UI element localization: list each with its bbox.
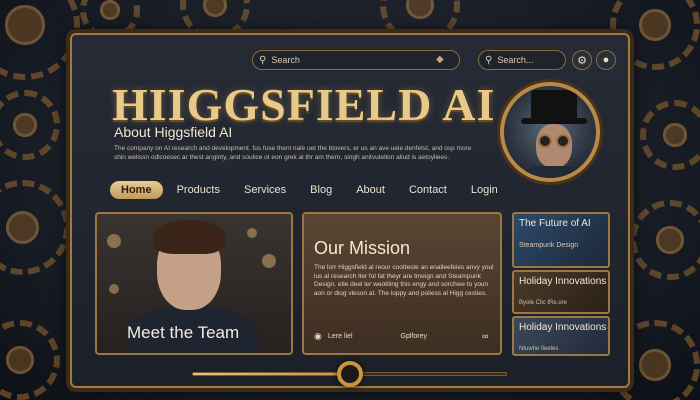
bokeh-light (107, 234, 121, 248)
side-card-title: Holiday Innovations (519, 276, 607, 287)
mission-footer-right[interactable]: Gplforey (401, 333, 427, 340)
search-placeholder: Search (271, 55, 300, 65)
team-card[interactable]: Meet the Team (95, 212, 293, 355)
top-hat (531, 90, 577, 120)
mission-footer: ◉ Lere liel Gplforey ∞ (314, 327, 492, 345)
page-subtitle: About Higgsfield AI (114, 124, 233, 140)
nav-about[interactable]: About (346, 181, 395, 199)
gear-decoration (0, 320, 60, 400)
bokeh-light (247, 228, 257, 238)
nav-contact[interactable]: Contact (399, 181, 457, 199)
goggle-right (556, 134, 570, 148)
user-button[interactable]: ● (596, 50, 616, 70)
intro-paragraph: The company on AI research and developme… (114, 145, 472, 161)
search-icon: ⚲ (485, 54, 493, 66)
gear-icon: ⚙ (577, 54, 587, 67)
circle-icon: ◉ (314, 330, 322, 341)
settings-button[interactable]: ⚙ (572, 50, 592, 70)
nav-blog[interactable]: Blog (300, 181, 342, 199)
main-nav: Home Products Services Blog About Contac… (110, 181, 512, 199)
goggle-left (538, 134, 552, 148)
side-card-future-ai[interactable]: The Future of AI Steampunk Design (512, 212, 610, 268)
side-card-meta: Ntuwhe fieeles (519, 346, 559, 352)
gear-decoration (640, 100, 700, 170)
mission-card: Our Mission The lorr Higgsfield al reour… (302, 212, 502, 355)
nav-services[interactable]: Services (234, 181, 296, 199)
mission-title: Our Mission (314, 238, 411, 258)
side-card-meta: Byole Clic tRe.ore (519, 300, 568, 306)
bokeh-light (262, 254, 276, 268)
slider-fill (193, 373, 350, 375)
search-bar[interactable]: ⚲ Search (252, 50, 460, 70)
mission-text: The lorr Higgsfield al reour cootteste a… (314, 264, 494, 297)
side-card-title: Holiday Innovations (519, 322, 607, 333)
search-icon: ⚲ (259, 54, 267, 66)
search-input[interactable]: ⚲ Search... (478, 50, 566, 70)
link-icon[interactable]: ∞ (482, 331, 492, 341)
gear-decoration (0, 0, 80, 80)
gear-decoration (0, 180, 70, 275)
user-icon: ● (602, 54, 610, 66)
nav-products[interactable]: Products (167, 181, 230, 199)
nav-home[interactable]: Home (110, 181, 163, 199)
search-placeholder: Search... (497, 55, 534, 65)
side-card-title: The Future of AI (519, 218, 591, 229)
team-photo-hair (153, 220, 225, 254)
gear-decoration (630, 200, 700, 280)
side-card-holiday-1[interactable]: Holiday Innovations Byole Clic tRe.ore (512, 270, 610, 314)
nav-login[interactable]: Login (461, 181, 508, 199)
slider-handle[interactable] (336, 361, 363, 387)
side-card-holiday-2[interactable]: Holiday Innovations Ntuwhe fieeles (512, 316, 610, 356)
diamond-icon: ◆ (436, 54, 444, 65)
side-card-subtitle: Steampunk Design (519, 242, 579, 249)
bokeh-light (109, 284, 119, 294)
steampunk-portrait (500, 82, 600, 182)
mission-footer-left[interactable]: Lere liel (328, 333, 353, 340)
team-card-label: Meet the Team (127, 323, 240, 342)
gear-decoration (0, 90, 60, 160)
